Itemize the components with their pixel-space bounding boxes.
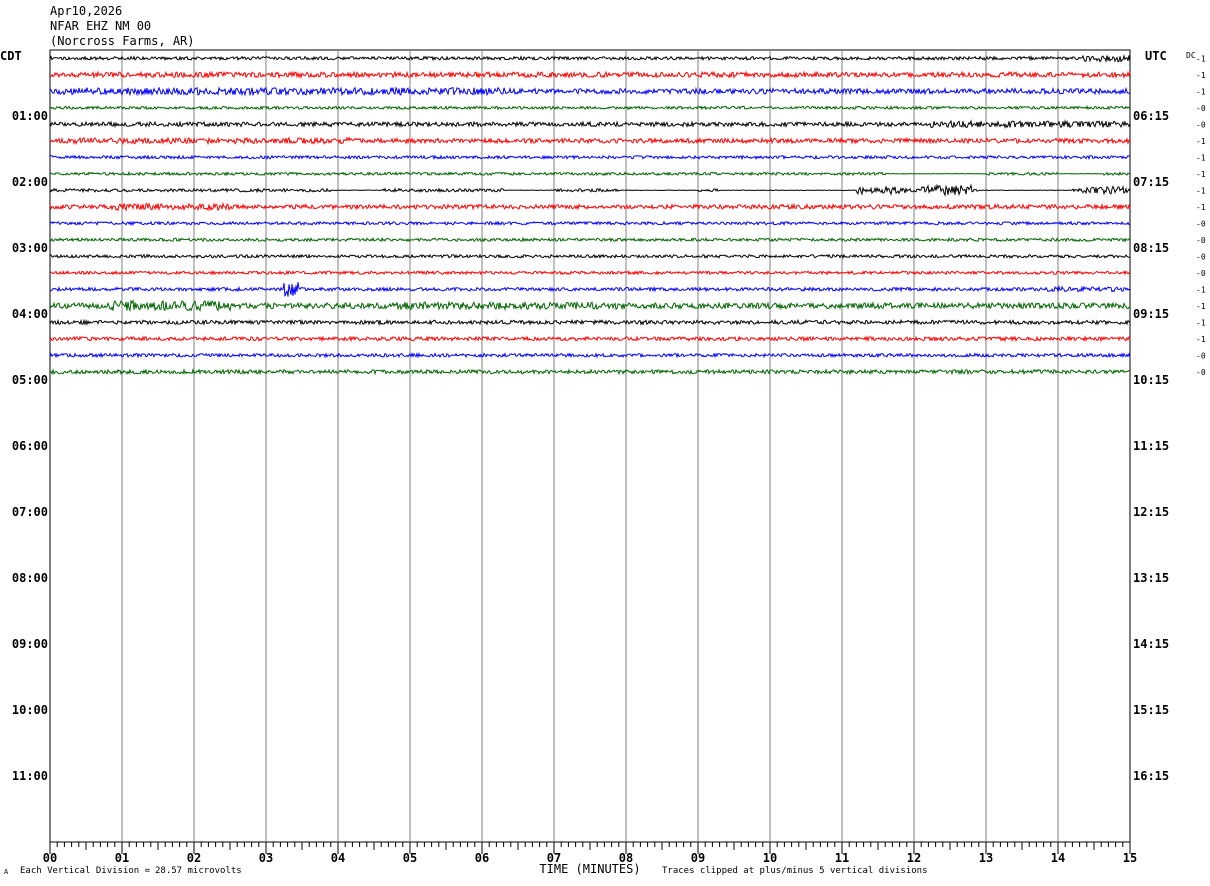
left-hour-label: 10:00 (12, 703, 48, 717)
trace-line (49, 105, 1131, 111)
trace-line (49, 334, 1131, 343)
trace-line (49, 201, 1131, 212)
right-hour-label: 10:15 (1133, 373, 1169, 387)
clipping-note: Traces clipped at plus/minus 5 vertical … (662, 866, 928, 876)
x-tick-label: 02 (187, 851, 201, 865)
left-hour-label: 01:00 (12, 109, 48, 123)
trace-line (49, 351, 1131, 359)
dc-offset-label: -1 (1196, 318, 1206, 327)
dc-offset-label: -1 (1196, 71, 1206, 80)
corner-mark: A (4, 868, 9, 876)
left-hour-label: 07:00 (12, 505, 48, 519)
dc-offset-label: -0 (1196, 252, 1206, 261)
trace-line (49, 86, 1131, 97)
dc-offset-label: -1 (1196, 302, 1206, 311)
left-hour-label: 03:00 (12, 241, 48, 255)
dc-offset-label: -0 (1196, 368, 1206, 377)
x-tick-label: 15 (1123, 851, 1137, 865)
trace-line (49, 367, 1131, 376)
left-hour-label: 09:00 (12, 637, 48, 651)
right-hour-label: 06:15 (1133, 109, 1169, 123)
trace-line (49, 253, 1131, 260)
trace-line (49, 54, 1131, 63)
dc-offset-label: -0 (1196, 351, 1206, 360)
right-hour-label: 07:15 (1133, 175, 1169, 189)
traces-layer (49, 54, 1131, 376)
x-tick-label: 09 (691, 851, 705, 865)
x-tick-label: 14 (1051, 851, 1065, 865)
plot-frame (49, 49, 1131, 843)
left-timezone-label: CDT (0, 49, 22, 63)
x-tick-label: 12 (907, 851, 921, 865)
dc-offset-label: -1 (1196, 137, 1206, 146)
left-hour-label: 05:00 (12, 373, 48, 387)
dc-offset-label: -1 (1196, 186, 1206, 195)
dc-offset-label: -0 (1196, 120, 1206, 129)
x-tick-label: 06 (475, 851, 489, 865)
dc-offset-label: -1 (1196, 285, 1206, 294)
dc-offset-label: -0 (1196, 104, 1206, 113)
right-timezone-label: UTC (1145, 49, 1167, 63)
dc-offset-label: -1 (1196, 170, 1206, 179)
trace-line (49, 70, 1131, 80)
dc-offset-label: -0 (1196, 236, 1206, 245)
labels-layer: 00 01 02 03 04 05 06 07 08 09 10 11 12 13 14 15TIME (MI… (0, 49, 1206, 876)
right-hour-label: 14:15 (1133, 637, 1169, 651)
right-hour-label: 13:15 (1133, 571, 1169, 585)
trace-line (49, 236, 1131, 243)
dc-label: DC (1186, 51, 1196, 60)
dc-offset-label: -0 (1196, 219, 1206, 228)
dc-offset-label: -1 (1196, 54, 1206, 63)
x-tick-label: 01 (115, 851, 129, 865)
x-tick-label: 05 (403, 851, 417, 865)
trace-line (49, 136, 1131, 146)
right-hour-label: 08:15 (1133, 241, 1169, 255)
right-hour-label: 09:15 (1133, 307, 1169, 321)
vertical-division-label: Each Vertical Division = (20, 866, 151, 876)
microvolts-label: 28.57 microvolts (155, 866, 242, 876)
left-hour-label: 08:00 (12, 571, 48, 585)
dc-offset-label: -1 (1196, 203, 1206, 212)
x-tick-label: 00 (43, 851, 57, 865)
x-tick-label: 04 (331, 851, 345, 865)
dc-offset-label: -1 (1196, 335, 1206, 344)
right-hour-label: 12:15 (1133, 505, 1169, 519)
x-tick-label: 11 (835, 851, 849, 865)
right-hour-label: 16:15 (1133, 769, 1169, 783)
x-tick-label: 03 (259, 851, 273, 865)
dc-offset-label: -0 (1196, 269, 1206, 278)
x-tick-label: 13 (979, 851, 993, 865)
trace-line (49, 282, 1131, 297)
trace-line (49, 154, 1131, 161)
trace-line (49, 220, 1131, 227)
right-hour-label: 15:15 (1133, 703, 1169, 717)
grid-layer (49, 49, 1131, 854)
dc-offset-label: -1 (1196, 153, 1206, 162)
dc-offset-label: -1 (1196, 87, 1206, 96)
trace-line (49, 269, 1131, 276)
left-hour-label: 04:00 (12, 307, 48, 321)
left-hour-label: 11:00 (12, 769, 48, 783)
seismogram-chart: 00 01 02 03 04 05 06 07 08 09 10 11 12 13 14 15TIME (MI… (0, 49, 1206, 876)
left-hour-label: 02:00 (12, 175, 48, 189)
trace-line (49, 318, 1131, 327)
left-hour-label: 06:00 (12, 439, 48, 453)
right-hour-label: 11:15 (1133, 439, 1169, 453)
x-axis-title: TIME (MINUTES) (539, 862, 640, 876)
trace-line (49, 298, 1131, 313)
trace-line (49, 119, 1131, 129)
x-tick-label: 10 (763, 851, 777, 865)
trace-line (49, 170, 1131, 177)
trace-line (49, 183, 1131, 198)
